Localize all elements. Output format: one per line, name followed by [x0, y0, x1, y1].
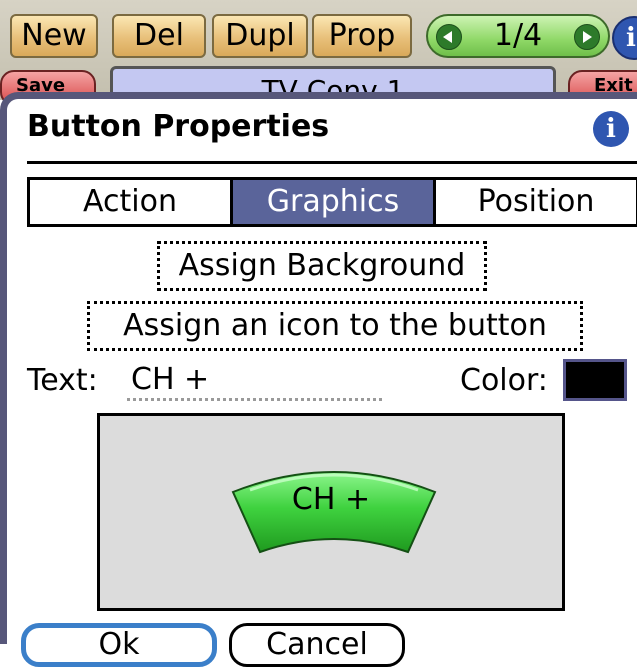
arrow-right-icon[interactable] — [574, 24, 600, 50]
dialog-title: Button Properties — [27, 109, 330, 144]
page-indicator: 1/4 — [493, 18, 543, 53]
color-swatch[interactable] — [563, 359, 627, 401]
color-label: Color: — [460, 363, 548, 398]
tab-action[interactable]: Action — [30, 180, 233, 224]
ok-button[interactable]: Ok — [21, 623, 217, 667]
delete-button[interactable]: Del — [112, 14, 206, 58]
button-properties-dialog: Button Properties i Action Graphics Posi… — [0, 92, 637, 667]
tab-position[interactable]: Position — [436, 180, 636, 224]
duplicate-button[interactable]: Dupl — [212, 14, 308, 58]
page-navigator: 1/4 — [426, 14, 610, 58]
new-button[interactable]: New — [10, 14, 98, 58]
arrow-left-icon[interactable] — [436, 24, 462, 50]
tab-graphics[interactable]: Graphics — [233, 180, 436, 224]
assign-icon-button[interactable]: Assign an icon to the button — [87, 301, 583, 351]
button-text-input[interactable] — [127, 361, 382, 401]
title-divider — [27, 161, 637, 164]
tab-bar: Action Graphics Position — [27, 177, 637, 227]
assign-background-button[interactable]: Assign Background — [157, 241, 487, 291]
cancel-button[interactable]: Cancel — [229, 623, 405, 667]
text-label: Text: — [27, 363, 98, 398]
preview-button-label: CH + — [291, 482, 371, 517]
properties-button[interactable]: Prop — [312, 14, 412, 58]
dialog-info-icon[interactable]: i — [593, 111, 629, 147]
button-preview: CH + — [97, 413, 565, 611]
